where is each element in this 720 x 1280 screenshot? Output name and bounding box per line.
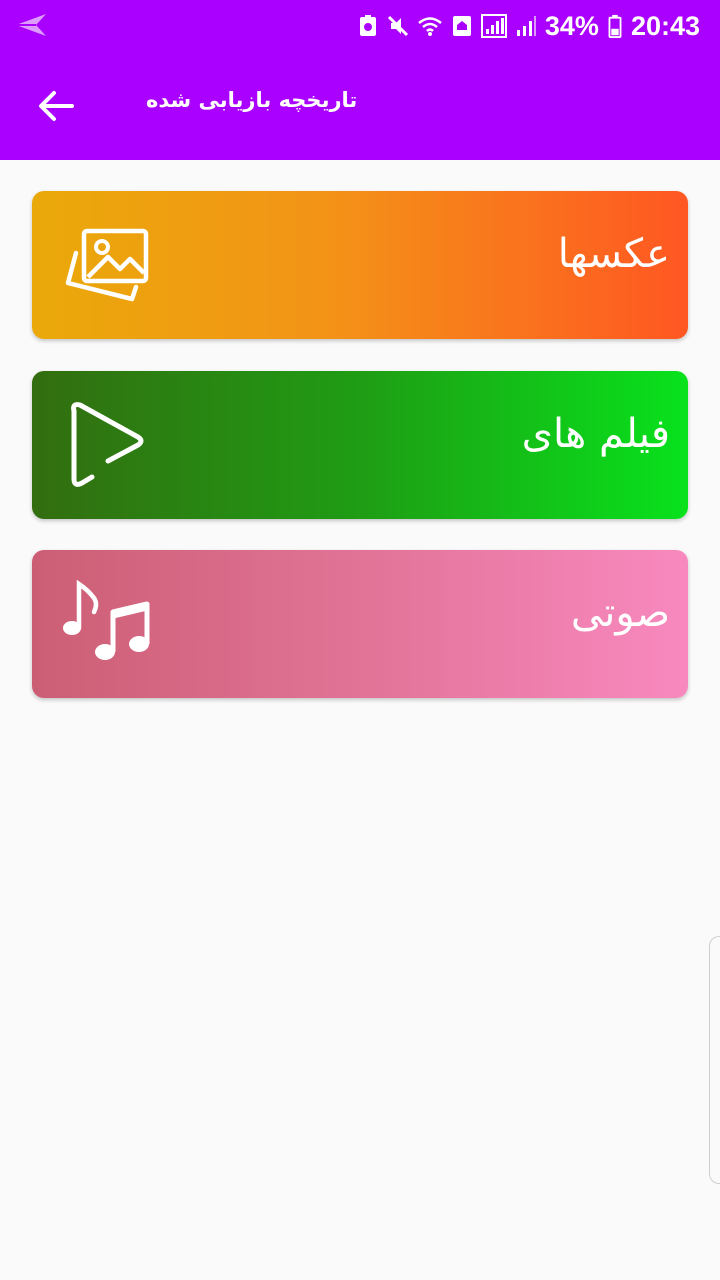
scrollbar-handle[interactable] [709, 936, 720, 1184]
image-icon [65, 228, 149, 302]
photos-label: عکسها [557, 231, 670, 277]
audio-card[interactable]: صوتی [32, 550, 688, 698]
mute-icon [387, 15, 408, 37]
send-icon [16, 14, 46, 36]
signal-icon [516, 16, 536, 36]
signal-icon [480, 14, 507, 38]
videos-card[interactable]: فیلم های [32, 371, 688, 519]
photos-card[interactable]: عکسها [32, 191, 688, 339]
battery-percentage: 34% [544, 10, 599, 41]
clock: 20:43 [630, 10, 700, 41]
videos-label: فیلم های [521, 411, 670, 457]
arrow-back-icon[interactable] [32, 82, 80, 130]
status-icons: 34% 20:43 [357, 6, 700, 46]
music-notes-icon [63, 579, 150, 660]
battery-saver-icon [359, 15, 376, 36]
battery-icon [608, 14, 622, 38]
play-icon [71, 402, 144, 487]
audio-label: صوتی [570, 590, 670, 636]
app-bar: تاریخچه بازیابی شده [0, 52, 720, 160]
wifi-icon [418, 17, 442, 36]
page-title: تاریخچه بازیابی شده [146, 88, 358, 112]
home-icon [452, 16, 471, 36]
status-bar: 34% 20:43 [0, 0, 720, 52]
